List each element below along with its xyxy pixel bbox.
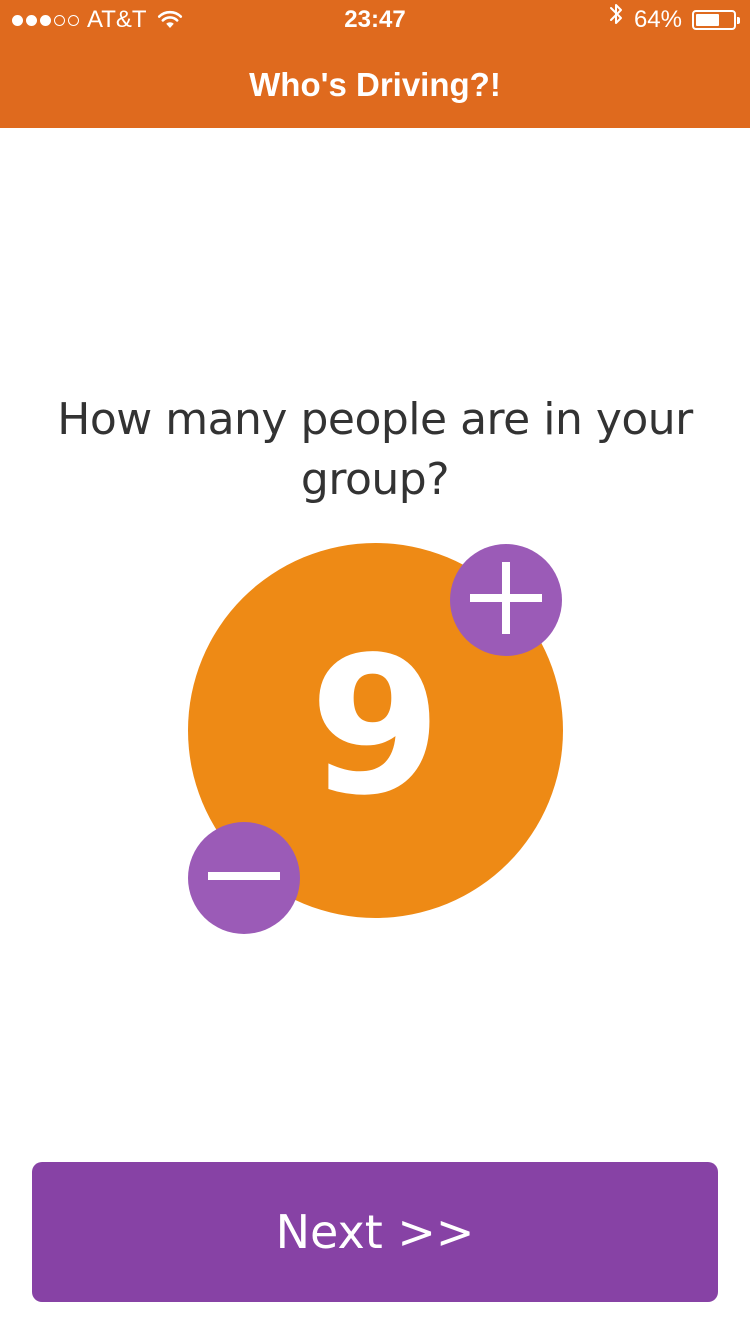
- next-button[interactable]: Next >>: [32, 1162, 718, 1302]
- group-size-question: How many people are in your group?: [57, 394, 693, 505]
- plus-icon: [468, 560, 544, 641]
- decrement-button[interactable]: [188, 822, 300, 934]
- group-size-value: 9: [309, 615, 442, 837]
- header: AT&T 23:47 64% Who's Driving?!: [0, 0, 750, 128]
- status-bar: AT&T 23:47 64%: [0, 0, 750, 40]
- battery-percent: 64%: [633, 6, 682, 33]
- battery-icon: [692, 10, 740, 30]
- battery-level-fill: [696, 14, 720, 26]
- minus-icon: [206, 869, 282, 887]
- bluetooth-icon: [608, 0, 624, 40]
- status-right: 64%: [608, 0, 740, 40]
- screen: AT&T 23:47 64% Who's Driving?! How many …: [0, 0, 750, 1334]
- page-title: Who's Driving?!: [249, 66, 501, 103]
- increment-button[interactable]: [450, 544, 562, 656]
